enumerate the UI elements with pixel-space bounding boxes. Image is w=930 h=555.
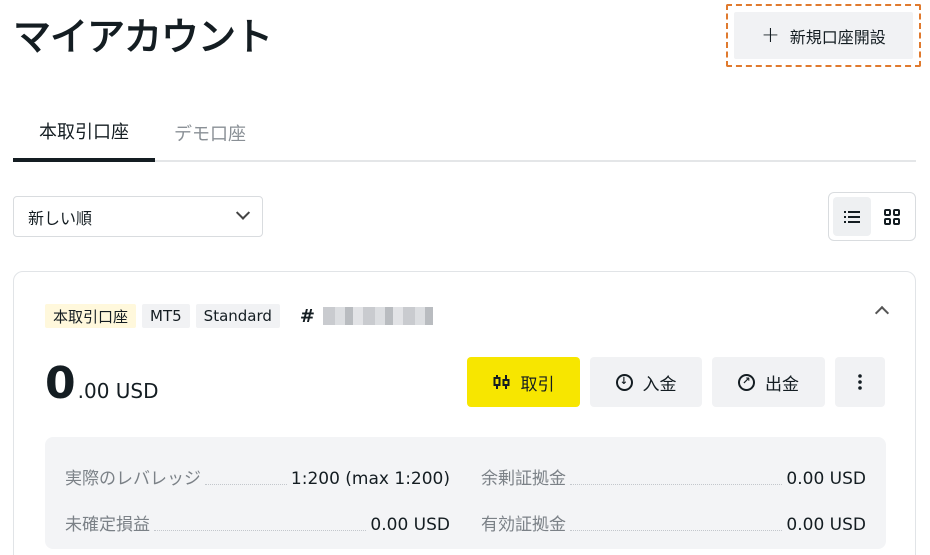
free-margin-label: 余剰証拠金 <box>481 469 566 489</box>
account-balance: 0 .00 USD <box>45 360 159 408</box>
detail-row-free-margin: 余剰証拠金 0.00 USD <box>481 464 866 489</box>
candlestick-icon <box>493 375 509 389</box>
trade-label: 取引 <box>520 374 555 395</box>
tab-demo-account[interactable]: デモ口座 <box>163 104 257 162</box>
unrealized-pl-value: 0.00 USD <box>370 515 450 535</box>
leverage-value: 1:200 (max 1:200) <box>290 469 450 489</box>
new-account-highlight: + 新規口座開設 <box>726 4 921 67</box>
account-card: 本取引口座 MT5 Standard # 0 .00 USD 取引 ↓ 入金 ↗… <box>13 271 916 555</box>
plus-icon: + <box>761 22 780 48</box>
kebab-menu-icon <box>858 374 862 390</box>
tag-platform: MT5 <box>142 304 190 328</box>
detail-row-equity: 有効証拠金 0.00 USD <box>481 510 866 535</box>
dotted-leader <box>570 484 783 485</box>
equity-value: 0.00 USD <box>786 515 866 535</box>
hash-prefix: # <box>299 305 316 327</box>
balance-integer: 0 <box>45 358 76 409</box>
tag-account-kind: Standard <box>195 304 280 328</box>
new-account-button[interactable]: + 新規口座開設 <box>734 12 913 59</box>
detail-row-unrealized-pl: 未確定損益 0.00 USD <box>65 510 450 535</box>
chevron-down-icon <box>235 205 251 220</box>
account-actions: 取引 ↓ 入金 ↗ 出金 <box>467 357 885 407</box>
dotted-leader <box>154 530 367 531</box>
arrow-down-circle-icon: ↓ <box>615 373 633 391</box>
deposit-label: 入金 <box>642 374 677 395</box>
view-toggle <box>828 192 916 241</box>
deposit-button[interactable]: ↓ 入金 <box>590 357 702 407</box>
arrow-up-right-circle-icon: ↗ <box>738 373 755 391</box>
dotted-leader <box>205 484 287 485</box>
withdraw-label: 出金 <box>765 374 799 395</box>
account-tags: 本取引口座 MT5 Standard # <box>45 304 434 328</box>
unrealized-pl-label: 未確定損益 <box>65 515 150 535</box>
list-view-button[interactable] <box>833 197 871 236</box>
chevron-up-icon[interactable] <box>874 305 890 321</box>
account-tabs: 本取引口座 デモ口座 <box>13 104 916 162</box>
equity-label: 有効証拠金 <box>481 515 566 535</box>
grid-view-button[interactable] <box>873 197 911 236</box>
account-details: 実際のレバレッジ 1:200 (max 1:200) 余剰証拠金 0.00 US… <box>45 437 886 549</box>
withdraw-button[interactable]: ↗ 出金 <box>712 357 825 407</box>
trade-button[interactable]: 取引 <box>467 357 580 407</box>
leverage-label: 実際のレバレッジ <box>65 469 201 489</box>
tag-account-type: 本取引口座 <box>45 304 137 328</box>
dotted-leader <box>570 530 783 531</box>
list-icon <box>844 210 860 223</box>
free-margin-value: 0.00 USD <box>786 469 866 489</box>
detail-row-leverage: 実際のレバレッジ 1:200 (max 1:200) <box>65 464 450 489</box>
account-number: # <box>299 305 434 327</box>
sort-dropdown[interactable]: 新しい順 <box>13 196 263 237</box>
sort-selected-value: 新しい順 <box>28 208 93 228</box>
balance-decimal: .00 USD <box>77 379 159 403</box>
grid-icon <box>884 208 900 225</box>
tab-real-account[interactable]: 本取引口座 <box>13 104 155 162</box>
new-account-label: 新規口座開設 <box>789 27 886 47</box>
my-account-page: マイアカウント + 新規口座開設 本取引口座 デモ口座 新しい順 本取引口座 M… <box>0 0 930 555</box>
redacted-account-number <box>323 307 434 325</box>
more-options-button[interactable] <box>835 357 885 407</box>
page-title: マイアカウント <box>13 15 273 59</box>
